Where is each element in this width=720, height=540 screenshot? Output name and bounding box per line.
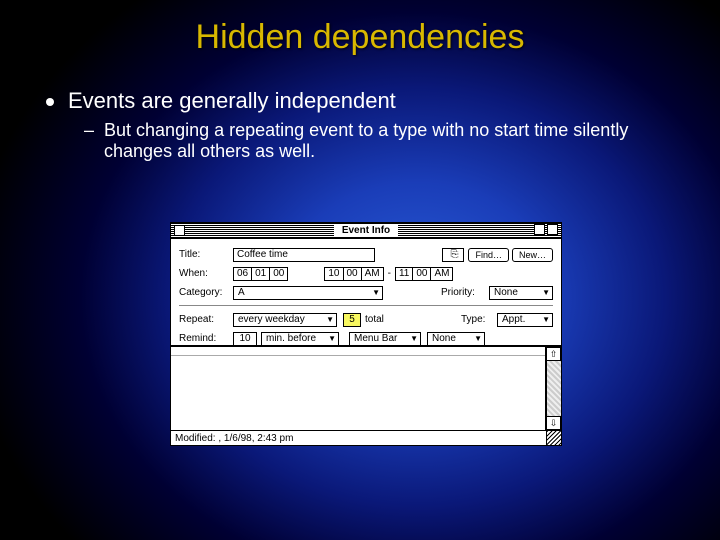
remind-target-dropdown[interactable]: Menu Bar▼ <box>349 332 421 346</box>
title-field[interactable]: Coffee time <box>233 248 375 262</box>
scroll-up-icon[interactable]: ⇧ <box>546 347 561 361</box>
scroll-down-icon[interactable]: ⇩ <box>546 416 561 430</box>
slide-body: Events are generally independent – But c… <box>46 88 676 162</box>
type-label: Type: <box>461 314 497 325</box>
statusbar: Modified: , 1/6/98, 2:43 pm <box>171 430 561 445</box>
dash-icon: – <box>84 120 94 162</box>
repeat-label: Repeat: <box>179 314 233 325</box>
category-dropdown[interactable]: A▼ <box>233 286 383 300</box>
end-time-field[interactable]: 11 00 AM <box>395 267 454 281</box>
time-dash: - <box>384 268 395 279</box>
link-dropdown[interactable]: ⎘ <box>442 248 464 262</box>
chevron-down-icon: ▼ <box>538 315 550 324</box>
window-title: Event Info <box>171 225 561 236</box>
category-label: Category: <box>179 287 233 298</box>
event-info-dialog: Event Info Title: Coffee time ⎘ Find… Ne… <box>170 222 562 446</box>
new-button[interactable]: New… <box>512 248 553 262</box>
notes-textarea[interactable] <box>171 347 546 430</box>
title-label: Title: <box>179 249 233 260</box>
separator <box>179 305 553 306</box>
repeat-dropdown[interactable]: every weekday▼ <box>233 313 337 327</box>
main-bullet-text: Events are generally independent <box>68 88 396 114</box>
scroll-track[interactable] <box>546 361 561 416</box>
resize-grip-icon[interactable] <box>546 431 561 446</box>
form-area: Title: Coffee time ⎘ Find… New… When: 06… <box>171 239 561 348</box>
status-text: Modified: , 1/6/98, 2:43 pm <box>171 433 546 444</box>
start-time-field[interactable]: 10 00 AM <box>324 267 383 281</box>
chevron-down-icon: ▼ <box>538 288 550 297</box>
find-button[interactable]: Find… <box>468 248 509 262</box>
chevron-down-icon: ▼ <box>322 315 334 324</box>
remind-value-field[interactable]: 10 <box>233 332 257 346</box>
repeat-count-field[interactable]: 5 <box>343 313 361 327</box>
remind-label: Remind: <box>179 333 233 344</box>
total-label: total <box>365 314 384 325</box>
chevron-down-icon: ▼ <box>406 334 418 343</box>
priority-dropdown[interactable]: None▼ <box>489 286 553 300</box>
type-dropdown[interactable]: Appt.▼ <box>497 313 553 327</box>
sub-bullet-text: But changing a repeating event to a type… <box>104 120 676 162</box>
chevron-down-icon: ▼ <box>368 288 380 297</box>
close-button[interactable] <box>174 225 185 236</box>
date-field[interactable]: 06 01 00 <box>233 267 288 281</box>
chevron-down-icon: ▼ <box>324 334 336 343</box>
slide-title: Hidden dependencies <box>0 18 720 57</box>
priority-label: Priority: <box>441 287 489 298</box>
scrollbar[interactable]: ⇧ ⇩ <box>546 347 561 430</box>
titlebar: Event Info <box>171 223 561 239</box>
when-label: When: <box>179 268 233 279</box>
bullet-icon <box>46 98 54 106</box>
remind-unit-dropdown[interactable]: min. before▼ <box>261 332 339 346</box>
chevron-down-icon: ▼ <box>470 334 482 343</box>
notes-area: ⇧ ⇩ <box>171 345 561 430</box>
remind-sound-dropdown[interactable]: None▼ <box>427 332 485 346</box>
